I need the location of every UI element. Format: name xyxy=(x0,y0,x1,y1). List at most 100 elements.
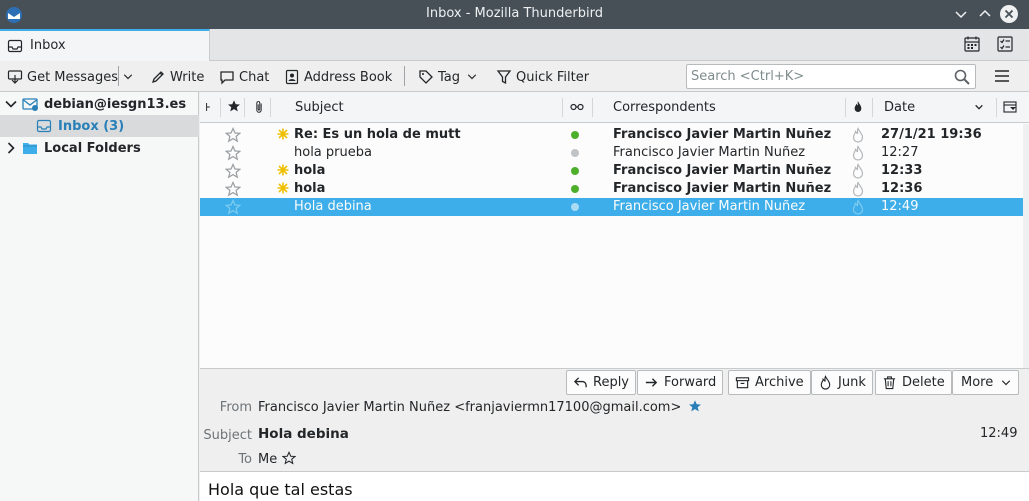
chevron-down-icon xyxy=(467,74,477,80)
search-input[interactable] xyxy=(691,68,946,85)
archive-icon xyxy=(735,377,750,389)
message-body-text: Hola que tal estas xyxy=(208,480,353,499)
message-body[interactable]: Hola que tal estas xyxy=(200,471,1029,501)
junk-status-icon[interactable] xyxy=(851,199,865,215)
tab-bar: Inbox xyxy=(0,29,1029,61)
message-row[interactable]: hola Francisco Javier Martin Nuñez 12:36 xyxy=(200,180,1023,198)
message-subject: hola xyxy=(294,181,326,196)
read-status-dot[interactable] xyxy=(571,167,579,175)
read-status-dot[interactable] xyxy=(571,149,579,157)
message-header: Reply Forward Archive Junk Delete More F… xyxy=(200,368,1029,471)
folder-account[interactable]: debian@iesgn13.es xyxy=(0,93,199,115)
from-value[interactable]: Francisco Javier Martin Nuñez <franjavie… xyxy=(258,399,702,415)
junk-status-icon[interactable] xyxy=(851,145,865,161)
get-messages-dropdown[interactable] xyxy=(122,67,138,87)
archive-label: Archive xyxy=(755,375,804,390)
thread-column-icon[interactable] xyxy=(205,101,213,117)
minimize-icon[interactable] xyxy=(951,4,971,24)
read-status-dot[interactable] xyxy=(571,131,579,139)
star-toggle-icon[interactable] xyxy=(225,127,241,143)
contact-star-icon[interactable] xyxy=(688,399,702,413)
star-toggle-icon[interactable] xyxy=(225,145,241,161)
mail-account-icon xyxy=(22,98,38,111)
message-subject: Hola debina xyxy=(294,199,372,214)
tab-label: Inbox xyxy=(30,38,66,53)
inbox-icon xyxy=(7,38,23,54)
message-subject: Re: Es un hola de mutt xyxy=(294,127,461,142)
forward-icon xyxy=(645,378,658,387)
search-icon[interactable] xyxy=(953,68,971,86)
quick-filter-label: Quick Filter xyxy=(516,69,590,85)
more-label: More xyxy=(961,375,994,390)
read-status-dot[interactable] xyxy=(571,185,579,193)
message-row[interactable]: Re: Es un hola de mutt Francisco Javier M… xyxy=(200,126,1023,144)
calendar-icon[interactable] xyxy=(963,35,981,53)
folder-local-folders[interactable]: Local Folders xyxy=(0,137,199,159)
folder-label: debian@iesgn13.es xyxy=(44,96,187,112)
message-row[interactable]: Hola debina Francisco Javier Martin Nuñez… xyxy=(200,198,1023,216)
thread-scrollbar[interactable] xyxy=(1023,124,1029,369)
quick-filter-button[interactable]: Quick Filter xyxy=(496,67,589,87)
message-row[interactable]: hola Francisco Javier Martin Nuñez 12:33 xyxy=(200,162,1023,180)
folder-pane: debian@iesgn13.es Inbox (3) Local Folder… xyxy=(0,92,199,501)
junk-status-icon[interactable] xyxy=(851,163,865,179)
column-picker-icon[interactable] xyxy=(1003,101,1017,117)
more-button[interactable]: More xyxy=(952,370,1020,395)
reply-icon xyxy=(573,377,587,388)
hamburger-menu-icon[interactable] xyxy=(993,67,1011,85)
junk-status-icon[interactable] xyxy=(851,127,865,143)
star-toggle-icon[interactable] xyxy=(225,163,241,179)
chat-button[interactable]: Chat xyxy=(219,67,269,87)
address-book-button[interactable]: Address Book xyxy=(284,67,392,87)
star-column-icon[interactable] xyxy=(227,99,241,117)
to-value[interactable]: Me xyxy=(258,451,297,467)
maximize-icon[interactable] xyxy=(975,4,995,24)
message-subject: hola xyxy=(294,163,326,178)
new-message-icon xyxy=(277,182,289,194)
thread-header: Subject Correspondents Date xyxy=(200,92,1029,123)
new-message-icon xyxy=(277,128,289,140)
archive-button[interactable]: Archive xyxy=(728,370,811,395)
message-subject: hola prueba xyxy=(294,145,372,160)
message-time: 12:49 xyxy=(980,426,1018,441)
star-toggle-icon[interactable] xyxy=(225,181,241,197)
chevron-right-icon[interactable] xyxy=(4,141,18,155)
star-toggle-icon[interactable] xyxy=(225,199,241,215)
forward-button[interactable]: Forward xyxy=(637,370,724,395)
message-row[interactable]: hola prueba Francisco Javier Martin Nuñez… xyxy=(200,144,1023,162)
to-label: To xyxy=(238,452,252,467)
column-correspondents[interactable]: Correspondents xyxy=(613,100,716,115)
get-messages-label: Get Messages xyxy=(27,69,119,85)
attachment-column-icon[interactable] xyxy=(252,99,266,119)
junk-column-icon[interactable] xyxy=(853,100,863,118)
contact-star-outline-icon[interactable] xyxy=(282,451,297,465)
tab-inbox[interactable]: Inbox xyxy=(0,29,210,61)
inbox-icon xyxy=(36,119,52,133)
junk-status-icon[interactable] xyxy=(851,181,865,197)
message-correspondent: Francisco Javier Martin Nuñez xyxy=(613,127,832,142)
from-address[interactable]: Francisco Javier Martin Nuñez <franjavie… xyxy=(258,400,681,415)
read-column-icon[interactable] xyxy=(570,101,584,116)
tasks-icon[interactable] xyxy=(996,35,1014,53)
message-date: 12:36 xyxy=(881,181,923,196)
to-recipient[interactable]: Me xyxy=(258,452,277,467)
message-date: 27/1/21 19:36 xyxy=(881,127,982,142)
new-message-icon xyxy=(277,164,289,176)
tag-button[interactable]: Tag xyxy=(418,67,482,87)
close-window-icon[interactable] xyxy=(999,4,1019,24)
get-messages-button[interactable]: Get Messages xyxy=(7,67,118,87)
folder-inbox[interactable]: Inbox (3) xyxy=(0,115,199,137)
pencil-icon xyxy=(151,71,164,84)
from-label: From xyxy=(219,400,252,415)
junk-button[interactable]: Junk xyxy=(811,370,873,395)
sort-descending-icon[interactable] xyxy=(974,101,984,116)
reply-button[interactable]: Reply xyxy=(566,370,637,395)
chevron-down-icon[interactable] xyxy=(4,97,18,111)
write-button[interactable]: Write xyxy=(150,67,204,87)
subject-value: Hola debina xyxy=(258,426,349,442)
column-date[interactable]: Date xyxy=(884,100,915,115)
search-box[interactable] xyxy=(686,64,976,89)
read-status-dot[interactable] xyxy=(571,203,579,211)
column-subject[interactable]: Subject xyxy=(295,100,344,115)
delete-button[interactable]: Delete xyxy=(875,370,952,395)
